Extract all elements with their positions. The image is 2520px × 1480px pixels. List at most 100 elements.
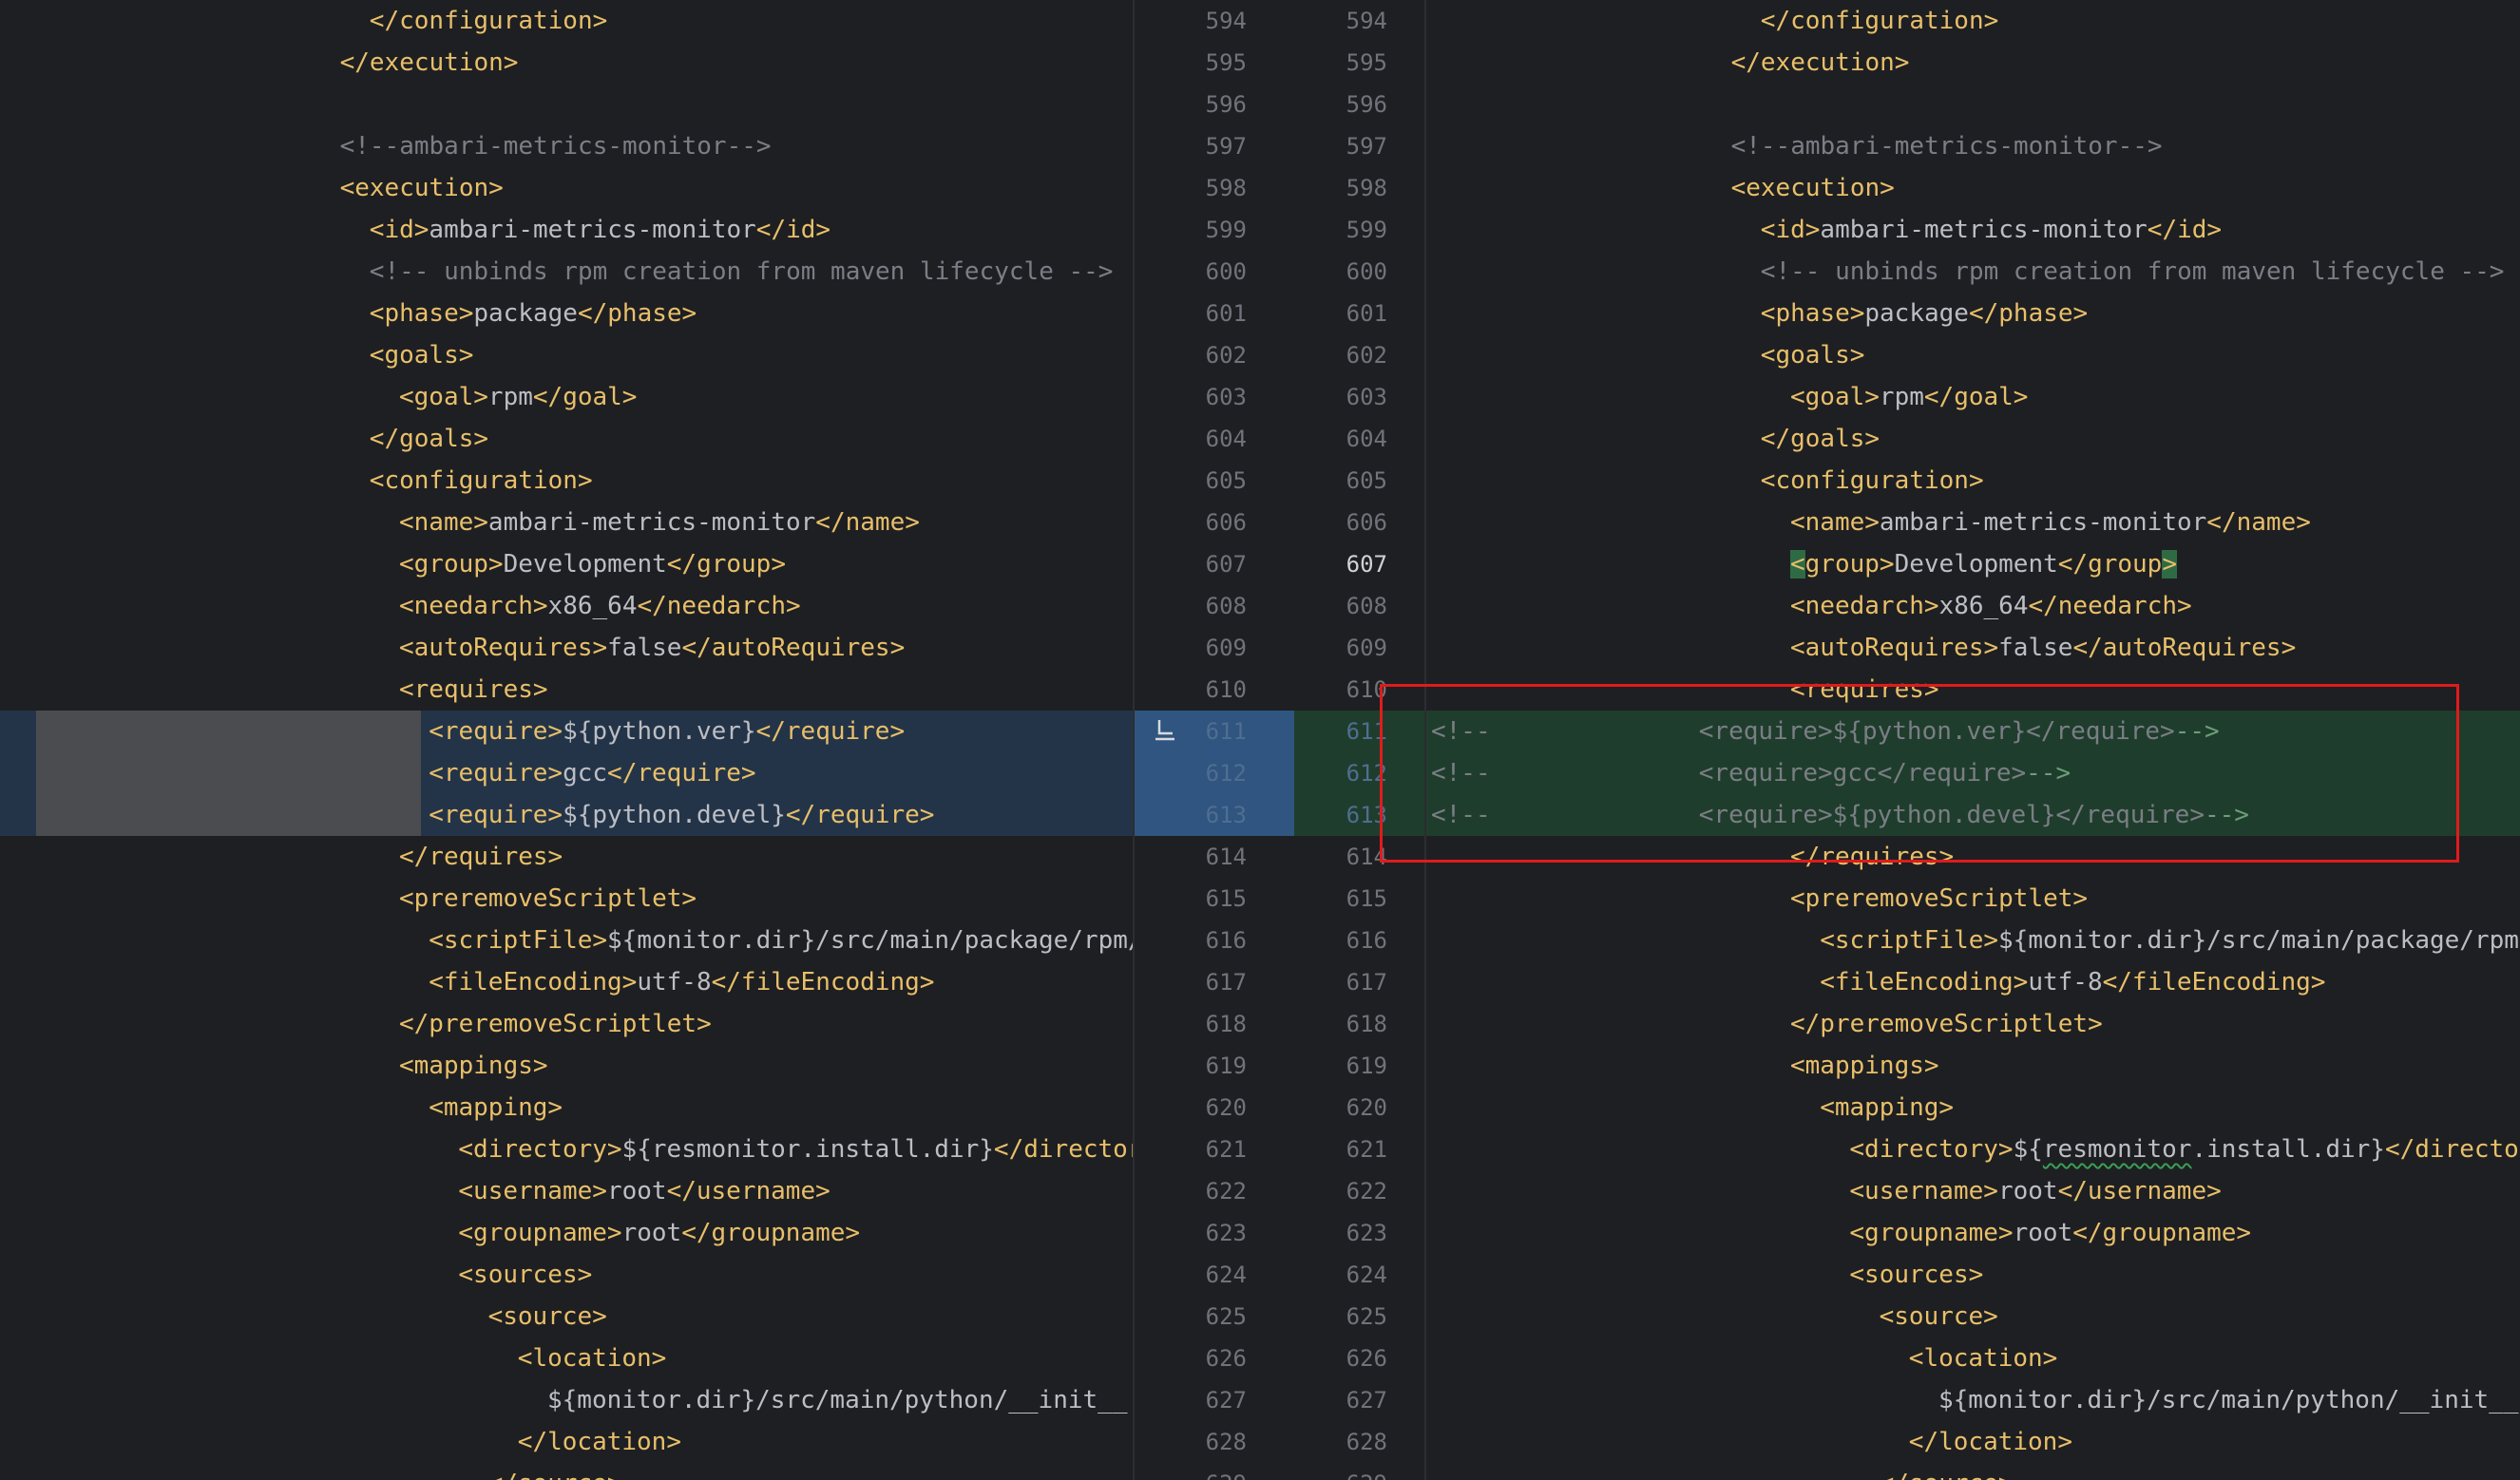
code-line[interactable]: </location> (1425, 1421, 2520, 1463)
code-line[interactable]: <requires> (1425, 669, 2520, 711)
diff-left-editor[interactable]: </configuration> </execution> <!--ambari-m… (0, 0, 1133, 1480)
pane-divider[interactable] (1424, 0, 1426, 1480)
code-line[interactable]: <source> (1425, 1296, 2520, 1338)
code-line[interactable]: </configuration> (0, 0, 1133, 42)
code-line[interactable]: <sources> (0, 1254, 1133, 1296)
xml-tag-token: <preremoveScriptlet> (1790, 884, 2089, 913)
code-line[interactable] (1425, 84, 2520, 125)
xml-tag-token: </username> (2057, 1177, 2222, 1205)
code-line[interactable]: <mappings> (0, 1045, 1133, 1087)
code-line[interactable]: <autoRequires>false</autoRequires> (1425, 627, 2520, 669)
xml-tag-token: <configuration> (369, 466, 593, 495)
code-line[interactable]: </requires> (1425, 836, 2520, 878)
code-line[interactable]: <configuration> (1425, 460, 2520, 502)
code-line[interactable]: <goals> (0, 334, 1133, 376)
code-line[interactable]: ${monitor.dir}/src/main/python/__init__.… (1425, 1379, 2520, 1421)
code-line[interactable]: <!-- unbinds rpm creation from maven lif… (0, 251, 1133, 293)
code-line[interactable]: <groupname>root</groupname> (0, 1212, 1133, 1254)
code-line[interactable]: </source> (0, 1463, 1133, 1480)
xml-tag-token: <phase> (369, 299, 474, 328)
code-line[interactable]: <!--ambari-metrics-monitor--> (1425, 125, 2520, 167)
code-line[interactable]: <!-- unbinds rpm creation from maven lif… (1425, 251, 2520, 293)
gutter-row: 623 623 (1133, 1212, 1425, 1254)
gutter-row: 603 603 (1133, 376, 1425, 418)
code-line[interactable]: <location> (0, 1338, 1133, 1379)
code-line[interactable]: <username>root</username> (1425, 1170, 2520, 1212)
text-token: x86_64 (1938, 592, 2029, 620)
code-line[interactable]: </preremoveScriptlet> (1425, 1003, 2520, 1045)
code-line[interactable]: <groupname>root</groupname> (1425, 1212, 2520, 1254)
code-line[interactable]: ${monitor.dir}/src/main/python/__init__.… (0, 1379, 1133, 1421)
code-line[interactable] (0, 84, 1133, 125)
code-line[interactable]: <require>gcc</require> (0, 752, 1133, 794)
code-line[interactable]: <fileEncoding>utf-8</fileEncoding> (0, 961, 1133, 1003)
code-line[interactable]: </goals> (0, 418, 1133, 460)
code-line[interactable]: <!-- <require>gcc</require>--> (1425, 752, 2520, 794)
code-line[interactable]: </goals> (1425, 418, 2520, 460)
code-line[interactable]: <phase>package</phase> (1425, 293, 2520, 334)
diff-right-editor[interactable]: </configuration> </execution> <!--ambari-m… (1425, 0, 2520, 1480)
code-line[interactable]: <name>ambari-metrics-monitor</name> (1425, 502, 2520, 543)
code-line[interactable]: <id>ambari-metrics-monitor</id> (0, 209, 1133, 251)
code-line-content: <sources> (458, 1254, 592, 1296)
code-line[interactable]: <needarch>x86_64</needarch> (1425, 585, 2520, 627)
code-line[interactable]: <goal>rpm</goal> (0, 376, 1133, 418)
code-line[interactable]: </source> (1425, 1463, 2520, 1480)
code-line[interactable]: </configuration> (1425, 0, 2520, 42)
code-line-content: <scriptFile>${monitor.dir}/src/main/pack… (429, 920, 1133, 961)
code-line[interactable]: <directory>${resmonitor.install.dir}</di… (1425, 1129, 2520, 1170)
code-line[interactable]: <source> (0, 1296, 1133, 1338)
code-line[interactable]: <name>ambari-metrics-monitor</name> (0, 502, 1133, 543)
code-line[interactable]: <sources> (1425, 1254, 2520, 1296)
apply-change-icon[interactable] (1152, 716, 1180, 745)
code-line[interactable]: <location> (1425, 1338, 2520, 1379)
code-line[interactable]: <autoRequires>false</autoRequires> (0, 627, 1133, 669)
code-line[interactable]: <directory>${resmonitor.install.dir}</di… (0, 1129, 1133, 1170)
code-line[interactable]: <!--ambari-metrics-monitor--> (0, 125, 1133, 167)
line-number-right: 601 (1346, 300, 1387, 327)
code-line[interactable]: <requires> (0, 669, 1133, 711)
xml-tag-token: <goals> (369, 341, 474, 370)
code-line[interactable]: <group>Development</group> (1425, 543, 2520, 585)
code-line[interactable]: <scriptFile>${monitor.dir}/src/main/pack… (0, 920, 1133, 961)
gutter-row: 594 594 (1133, 0, 1425, 42)
xml-tag-token: </execution> (1730, 48, 1910, 77)
line-number-right: 622 (1346, 1178, 1387, 1205)
comment-token: <!-- unbinds rpm creation from maven lif… (1760, 257, 2505, 286)
code-line[interactable]: <preremoveScriptlet> (1425, 878, 2520, 920)
code-line[interactable]: </preremoveScriptlet> (0, 1003, 1133, 1045)
code-line[interactable]: <fileEncoding>utf-8</fileEncoding> (1425, 961, 2520, 1003)
line-number-left: 626 (1205, 1345, 1247, 1372)
code-line[interactable]: <preremoveScriptlet> (0, 878, 1133, 920)
line-number-right: 596 (1346, 91, 1387, 118)
code-line[interactable]: </execution> (1425, 42, 2520, 84)
code-line[interactable]: <execution> (1425, 167, 2520, 209)
code-line[interactable]: <phase>package</phase> (0, 293, 1133, 334)
pane-divider[interactable] (1133, 0, 1135, 1480)
code-line[interactable]: <mapping> (1425, 1087, 2520, 1129)
code-line[interactable]: <needarch>x86_64</needarch> (0, 585, 1133, 627)
code-line[interactable]: <!-- <require>${python.devel}</require>-… (1425, 794, 2520, 836)
code-line[interactable]: <configuration> (0, 460, 1133, 502)
code-line[interactable]: <mapping> (0, 1087, 1133, 1129)
code-line[interactable]: <group>Development</group> (0, 543, 1133, 585)
code-line-content: <mapping> (1820, 1087, 1954, 1129)
code-line[interactable]: <!-- <require>${python.ver}</require>--> (1425, 711, 2520, 752)
code-line[interactable]: </requires> (0, 836, 1133, 878)
line-number-left: 596 (1205, 91, 1247, 118)
code-line[interactable]: <execution> (0, 167, 1133, 209)
code-line[interactable]: <scriptFile>${monitor.dir}/src/main/pack… (1425, 920, 2520, 961)
code-line[interactable]: <mappings> (1425, 1045, 2520, 1087)
code-line[interactable]: </execution> (0, 42, 1133, 84)
code-line[interactable]: <goals> (1425, 334, 2520, 376)
code-line[interactable]: <require>${python.devel}</require> (0, 794, 1133, 836)
text-token: ${monitor.dir}/src/main/python/__init__.… (1938, 1386, 2520, 1414)
code-line-content: <require>gcc</require> (429, 752, 755, 794)
xml-tag-token: </source> (488, 1470, 622, 1480)
code-line[interactable]: <id>ambari-metrics-monitor</id> (1425, 209, 2520, 251)
code-line[interactable]: </location> (0, 1421, 1133, 1463)
code-line[interactable]: <require>${python.ver}</require> (0, 711, 1133, 752)
code-line[interactable]: <username>root</username> (0, 1170, 1133, 1212)
code-line[interactable]: <goal>rpm</goal> (1425, 376, 2520, 418)
line-number-left: 598 (1205, 175, 1247, 201)
